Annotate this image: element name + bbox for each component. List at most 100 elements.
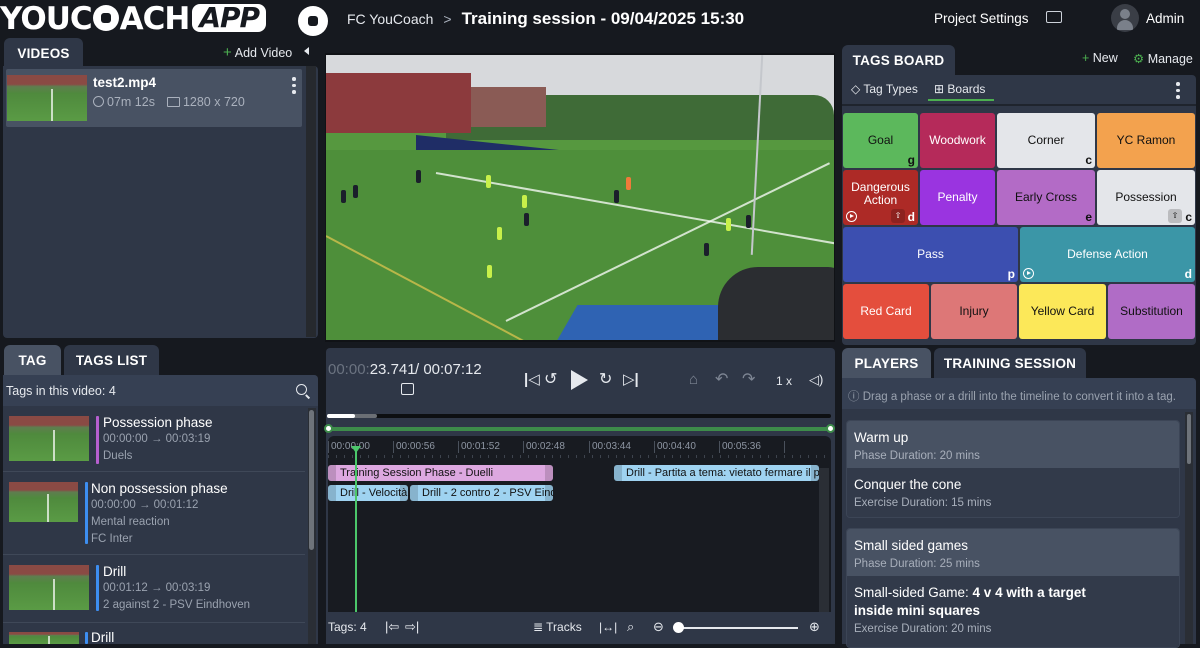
project-settings-link[interactable]: Project Settings bbox=[934, 11, 1029, 26]
timeline-tick: 00:00:56 bbox=[393, 441, 435, 453]
user-name[interactable]: Admin bbox=[1146, 11, 1184, 26]
tag-button-label: Defense Action bbox=[1067, 247, 1148, 261]
tag-button-label: Possession bbox=[1115, 190, 1177, 204]
next-tag-icon[interactable]: ⇨| bbox=[405, 619, 419, 635]
tag-list-item[interactable]: Drill bbox=[3, 624, 305, 645]
tag-list-item[interactable]: Non possession phase 00:00:00 → 00:01:12… bbox=[3, 473, 305, 555]
rewind-3s-icon[interactable]: ↺ bbox=[544, 372, 557, 388]
phase-card[interactable]: Warm up Phase Duration: 20 mins Conquer … bbox=[846, 420, 1180, 518]
tab-tag[interactable]: TAG bbox=[4, 345, 61, 375]
tag-button-label: Injury bbox=[959, 304, 989, 318]
video-more-menu-icon[interactable] bbox=[292, 77, 296, 94]
phase-header[interactable]: Warm up Phase Duration: 20 mins bbox=[847, 421, 1179, 468]
chevron-right-icon: > bbox=[443, 11, 452, 27]
breadcrumb-club[interactable]: FC YouCoach bbox=[347, 11, 433, 27]
logo-text-end: ACH bbox=[119, 1, 191, 37]
fit-width-icon[interactable]: |↔| bbox=[599, 620, 617, 634]
tag-button-dangerous-action[interactable]: Dangerous Action ⇧ d bbox=[843, 170, 918, 225]
subtab-tag-types[interactable]: ◇ Tag Types bbox=[851, 82, 918, 96]
search-icon[interactable] bbox=[296, 384, 307, 395]
tag-button-early-cross[interactable]: Early Cross e bbox=[997, 170, 1095, 225]
tag-button-woodwork[interactable]: Woodwork bbox=[920, 113, 995, 168]
timeline-zoom-slider[interactable] bbox=[678, 627, 798, 629]
app-header: YOUC ACH APP FC YouCoach > Training sessio… bbox=[0, 0, 1200, 38]
timeline-zoom-handle[interactable] bbox=[673, 622, 684, 633]
tag-button-possession[interactable]: Possession ⇧ c bbox=[1097, 170, 1195, 225]
tag-button-yellow-card[interactable]: Yellow Card bbox=[1019, 284, 1106, 339]
redo-icon[interactable]: ↷ bbox=[742, 372, 755, 388]
video-player[interactable] bbox=[326, 55, 834, 340]
layout-switch-button[interactable] bbox=[1046, 11, 1062, 23]
zoom-out-icon[interactable]: ⊖ bbox=[653, 619, 664, 635]
videos-scrollbar[interactable] bbox=[306, 66, 316, 337]
tab-tags-board[interactable]: TAGS BOARD bbox=[842, 45, 955, 75]
volume-icon[interactable]: ◁) bbox=[809, 372, 823, 387]
plus-icon: + bbox=[1082, 51, 1093, 65]
video-building bbox=[326, 73, 471, 133]
tab-tags-list[interactable]: TAGS LIST bbox=[64, 345, 159, 375]
tag-button-yc-ramon[interactable]: YC Ramon bbox=[1097, 113, 1195, 168]
skip-to-end-icon[interactable]: ▷| bbox=[623, 372, 639, 387]
playhead-handle[interactable] bbox=[351, 446, 361, 453]
forward-3s-icon[interactable]: ↻ bbox=[599, 372, 612, 388]
tab-training-session[interactable]: TRAINING SESSION bbox=[934, 348, 1086, 378]
zoom-selection-icon[interactable]: ⌕ bbox=[627, 619, 634, 635]
exercise-item[interactable]: Small-sided Game: 4 v 4 with a target in… bbox=[847, 576, 1179, 647]
tag-detail: Duels bbox=[103, 450, 133, 462]
phase-card[interactable]: Small sided games Phase Duration: 25 min… bbox=[846, 528, 1180, 648]
app-logo[interactable]: YOUC ACH APP bbox=[0, 1, 267, 37]
playhead[interactable] bbox=[355, 449, 357, 612]
timeline-tick: 00:02:48 bbox=[523, 441, 565, 453]
timeline-clip[interactable]: Drill - Velocità bbox=[328, 485, 408, 501]
timeline-clip[interactable]: Training Session Phase - Duelli bbox=[328, 465, 553, 481]
tag-button-substitution[interactable]: Substitution bbox=[1108, 284, 1195, 339]
avatar[interactable] bbox=[1111, 4, 1139, 32]
exercise-item[interactable]: Conquer the cone Exercise Duration: 15 m… bbox=[847, 468, 1179, 517]
play-button[interactable] bbox=[571, 370, 588, 390]
new-tag-button[interactable]: + New bbox=[1082, 51, 1118, 65]
tag-icon[interactable]: ⌂ bbox=[689, 372, 698, 387]
tag-button-red-card[interactable]: Red Card bbox=[843, 284, 929, 339]
clapperboard-icon[interactable] bbox=[401, 383, 414, 395]
tag-button-goal[interactable]: Goal g bbox=[843, 113, 918, 168]
zoom-in-icon[interactable]: ⊕ bbox=[809, 619, 820, 635]
skip-to-start-icon[interactable]: |◁ bbox=[524, 372, 540, 387]
subtab-boards[interactable]: ⊞ Boards bbox=[934, 82, 985, 96]
screen-icon bbox=[166, 97, 180, 107]
tag-button-pass[interactable]: Pass p bbox=[843, 227, 1018, 282]
grid-icon: ⊞ bbox=[934, 82, 948, 96]
session-scrollbar-thumb[interactable] bbox=[1187, 414, 1191, 464]
tag-button-corner[interactable]: Corner c bbox=[997, 113, 1095, 168]
tags-count: Tags in this video: 4 bbox=[6, 384, 116, 398]
undo-icon[interactable]: ↶ bbox=[715, 372, 728, 388]
range-end-handle[interactable] bbox=[826, 424, 835, 433]
progress-bar[interactable] bbox=[327, 414, 831, 418]
tag-title: Drill bbox=[91, 630, 115, 645]
tag-button-penalty[interactable]: Penalty bbox=[920, 170, 995, 225]
tag-button-defense-action[interactable]: Defense Action d bbox=[1020, 227, 1195, 282]
timeline-clip[interactable]: Drill - Partita a tema: vietato fermare … bbox=[614, 465, 819, 481]
video-thumbnail bbox=[7, 75, 87, 121]
tag-list-item[interactable]: Drill 00:01:12 → 00:03:19 2 against 2 - … bbox=[3, 556, 305, 623]
tracks-button[interactable]: ≣ Tracks bbox=[533, 620, 582, 634]
tab-players[interactable]: PLAYERS bbox=[842, 348, 931, 378]
tags-scrollbar-thumb[interactable] bbox=[309, 410, 314, 550]
timeline-tick: 00:01:52 bbox=[458, 441, 500, 453]
timeline-scrollbar[interactable] bbox=[819, 468, 829, 612]
collapse-panel-icon[interactable] bbox=[304, 47, 309, 55]
video-building bbox=[471, 87, 546, 127]
previous-tag-icon[interactable]: |⇦ bbox=[385, 619, 399, 635]
timeline[interactable]: 00:00:00 00:00:56 00:01:52 00:02:48 00:0… bbox=[328, 436, 831, 612]
board-more-menu-icon[interactable] bbox=[1176, 82, 1180, 99]
phase-header[interactable]: Small sided games Phase Duration: 25 min… bbox=[847, 529, 1179, 576]
timeline-clip[interactable]: Drill - 2 contro 2 - PSV Eindh bbox=[410, 485, 553, 501]
timeline-range-bar[interactable] bbox=[328, 427, 831, 431]
tag-button-injury[interactable]: Injury bbox=[931, 284, 1017, 339]
add-video-button[interactable]: + Add Video bbox=[223, 44, 292, 61]
range-start-handle[interactable] bbox=[324, 424, 333, 433]
manage-button[interactable]: ⚙ Manage bbox=[1133, 51, 1193, 66]
playback-speed[interactable]: 1 x bbox=[776, 374, 792, 389]
tag-button-label: Woodwork bbox=[929, 133, 986, 147]
tab-videos[interactable]: VIDEOS bbox=[4, 38, 83, 68]
tag-list-item[interactable]: Possession phase 00:00:00 → 00:03:19 Due… bbox=[3, 408, 305, 472]
